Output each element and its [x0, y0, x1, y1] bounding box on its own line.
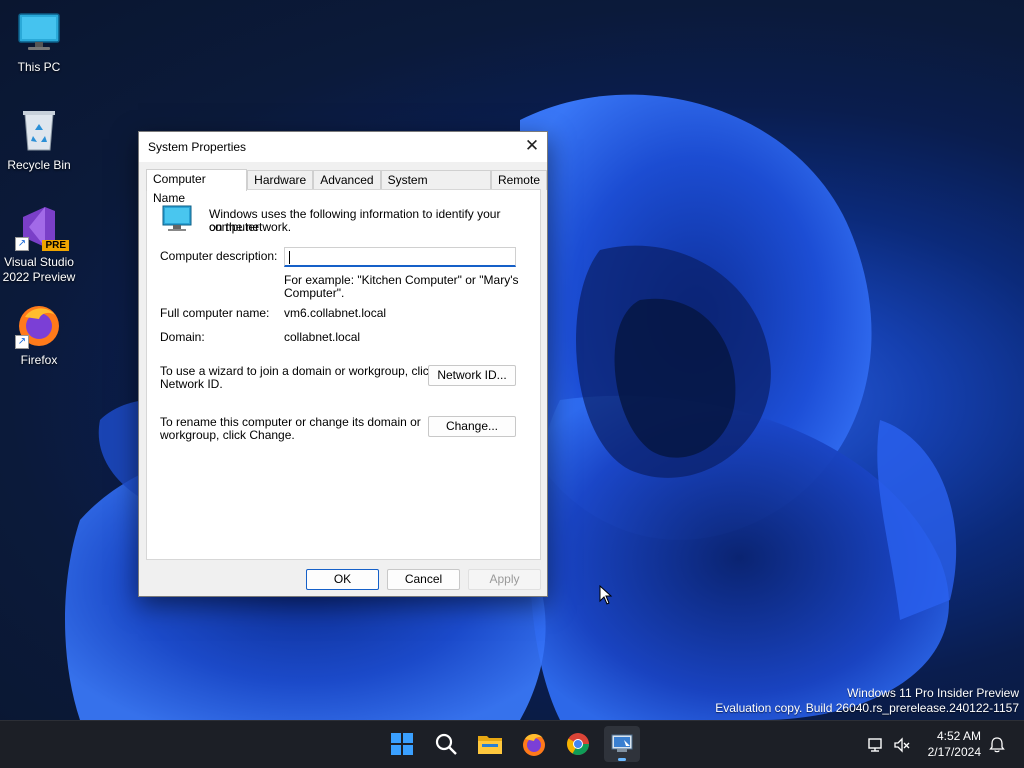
- network-icon[interactable]: [867, 736, 885, 754]
- active-indicator: [618, 758, 626, 761]
- start-button[interactable]: [384, 726, 420, 762]
- ok-button[interactable]: OK: [306, 569, 379, 590]
- system-properties-icon: [611, 734, 633, 752]
- firefox-icon: ↗: [15, 301, 63, 349]
- clock-time: 4:52 AM: [936, 729, 981, 743]
- desktop-icon-label: Recycle Bin: [7, 158, 71, 172]
- description-label: Computer description:: [160, 249, 278, 263]
- wizard-text-line2: Network ID.: [160, 377, 223, 391]
- file-explorer-button[interactable]: [472, 726, 508, 762]
- visual-studio-icon: PRE ↗: [15, 203, 69, 251]
- watermark-line2: Evaluation copy. Build 26040.rs_prerelea…: [715, 701, 1019, 715]
- tab-remote[interactable]: Remote: [490, 170, 547, 190]
- desktop-icon-recycle-bin[interactable]: Recycle Bin: [0, 106, 78, 173]
- system-properties-dialog: System Properties ✕ Computer Name Hardwa…: [138, 131, 548, 597]
- pre-badge: PRE: [42, 240, 69, 251]
- full-name-label: Full computer name:: [160, 306, 270, 320]
- firefox-icon: [523, 733, 545, 756]
- desktop-icon-label: Firefox: [20, 353, 58, 367]
- shortcut-arrow-icon: ↗: [15, 237, 29, 251]
- cancel-button[interactable]: Cancel: [387, 569, 460, 590]
- rename-text-line2: workgroup, click Change.: [160, 428, 295, 442]
- chrome-icon: [567, 733, 589, 755]
- recycle-bin-icon: [15, 106, 63, 154]
- tab-strip: Computer Name Hardware Advanced System P…: [146, 169, 547, 206]
- chrome-taskbar-button[interactable]: [560, 726, 596, 762]
- apply-button[interactable]: Apply: [468, 569, 541, 590]
- tab-hardware[interactable]: Hardware: [247, 170, 314, 190]
- desktop-icon-firefox[interactable]: ↗ Firefox: [0, 301, 78, 368]
- search-button[interactable]: [428, 726, 464, 762]
- computer-name-panel: Windows uses the following information t…: [146, 189, 541, 560]
- computer-icon: [162, 205, 192, 236]
- desktop-icon-label: This PC: [17, 60, 61, 74]
- file-explorer-icon: [478, 736, 502, 754]
- shortcut-arrow-icon: ↗: [15, 335, 29, 349]
- volume-muted-icon[interactable]: [893, 736, 911, 754]
- computer-description-input[interactable]: [284, 247, 516, 267]
- desktop-icon-this-pc[interactable]: This PC: [0, 8, 78, 75]
- tab-computer-name[interactable]: Computer Name: [146, 169, 248, 205]
- start-icon: [391, 733, 413, 755]
- change-button[interactable]: Change...: [428, 416, 516, 437]
- firefox-taskbar-button[interactable]: [516, 726, 552, 762]
- taskbar-clock[interactable]: 4:52 AM 2/17/2024: [928, 728, 981, 760]
- close-icon[interactable]: ✕: [517, 132, 547, 160]
- intro-text-line2: on the network.: [209, 220, 292, 234]
- text-caret: [289, 251, 290, 264]
- dialog-title: System Properties: [148, 140, 247, 154]
- mouse-pointer-icon: [599, 585, 613, 605]
- domain-value: collabnet.local: [284, 330, 361, 344]
- desktop-icon-label: Visual Studio 2022 Preview: [2, 255, 76, 284]
- dialog-titlebar[interactable]: System Properties ✕: [139, 132, 547, 162]
- full-name-value: vm6.collabnet.local: [284, 306, 387, 320]
- tab-system-protection[interactable]: System Protection: [380, 170, 491, 206]
- monitor-icon: [15, 8, 63, 56]
- watermark-line1: Windows 11 Pro Insider Preview: [847, 686, 1019, 700]
- notification-bell-icon[interactable]: [988, 736, 1006, 754]
- clock-date: 2/17/2024: [927, 745, 981, 759]
- tab-advanced[interactable]: Advanced: [313, 170, 381, 190]
- search-icon: [435, 733, 457, 755]
- domain-label: Domain:: [160, 330, 205, 344]
- example-text-line2: Computer".: [284, 286, 345, 300]
- desktop-icon-visual-studio[interactable]: PRE ↗ Visual Studio 2022 Preview: [0, 203, 78, 285]
- system-properties-taskbar-button[interactable]: [604, 726, 640, 762]
- network-id-button[interactable]: Network ID...: [428, 365, 516, 386]
